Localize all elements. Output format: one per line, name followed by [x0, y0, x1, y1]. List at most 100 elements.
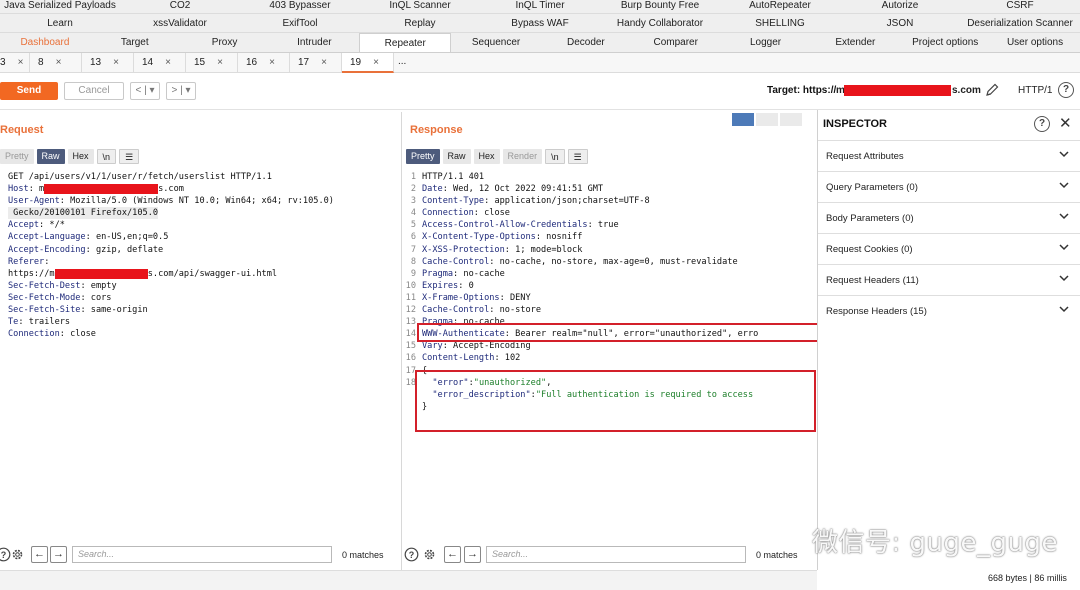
format-tab[interactable]: Raw: [36, 149, 65, 164]
help-circle-icon[interactable]: ?: [404, 547, 419, 562]
send-button[interactable]: Send: [0, 82, 58, 100]
extension-tab[interactable]: AutoRepeater: [720, 0, 840, 13]
extension-tab[interactable]: Bypass WAF: [480, 14, 600, 32]
request-search-input[interactable]: Search...: [72, 546, 332, 563]
format-tab[interactable]: Raw: [442, 149, 471, 164]
search-next-button[interactable]: →: [50, 546, 67, 563]
tool-tab[interactable]: Decoder: [541, 33, 631, 52]
close-icon[interactable]: ×: [217, 53, 223, 73]
repeater-tab[interactable]: 19 ×: [342, 53, 394, 73]
close-icon[interactable]: ×: [269, 53, 275, 73]
tool-tab[interactable]: Sequencer: [451, 33, 541, 52]
cancel-button[interactable]: Cancel: [64, 82, 124, 100]
http-version-toggle[interactable]: HTTP/1: [1018, 85, 1052, 96]
tool-tab[interactable]: Extender: [810, 33, 900, 52]
format-tab[interactable]: Render: [502, 149, 543, 164]
code-line: Sec-Fetch-Site: same-origin: [8, 304, 334, 316]
pencil-icon[interactable]: [985, 83, 999, 97]
format-tab[interactable]: \n: [545, 149, 565, 164]
tool-tab[interactable]: Comparer: [631, 33, 721, 52]
repeater-tab[interactable]: 13 ×: [82, 53, 134, 73]
response-status: 668 bytes | 86 millis: [988, 573, 1067, 583]
close-icon[interactable]: ×: [321, 53, 327, 73]
tool-tab[interactable]: Proxy: [180, 33, 270, 52]
inspector-section[interactable]: Request Attributes: [818, 140, 1080, 171]
close-icon[interactable]: ×: [373, 53, 379, 71]
tool-tab[interactable]: Repeater: [359, 33, 452, 52]
format-tab[interactable]: ☰: [119, 149, 140, 164]
format-tab[interactable]: Pretty: [406, 149, 440, 164]
extension-tab[interactable]: Handy Collaborator: [600, 14, 720, 32]
header-name: Pragma: [422, 268, 454, 279]
repeater-tab[interactable]: 17 ×: [290, 53, 342, 73]
history-forward-button[interactable]: > | ▾: [166, 82, 196, 100]
response-search-input[interactable]: Search...: [486, 546, 746, 563]
close-icon[interactable]: ×: [56, 53, 62, 73]
code-text: : 0: [458, 280, 474, 291]
search-previous-button[interactable]: ←: [31, 546, 48, 563]
search-previous-button[interactable]: ←: [444, 546, 461, 563]
chevron-down-icon[interactable]: [1058, 272, 1070, 284]
format-tab[interactable]: ☰: [567, 149, 588, 164]
tool-tab[interactable]: User options: [990, 33, 1080, 52]
tool-tab[interactable]: Project options: [900, 33, 990, 52]
repeater-tab[interactable]: 15 ×: [186, 53, 238, 73]
gear-icon[interactable]: [422, 547, 437, 562]
history-back-button[interactable]: < | ▾: [130, 82, 160, 100]
split-vertical-view-icon[interactable]: [756, 113, 778, 126]
chevron-down-icon[interactable]: [1058, 210, 1070, 222]
extension-tab[interactable]: InQL Timer: [480, 0, 600, 13]
code-line: Accept-Language: en-US,en;q=0.5: [8, 231, 334, 243]
format-tab[interactable]: Pretty: [0, 149, 34, 164]
inspector-section[interactable]: Body Parameters (0): [818, 202, 1080, 233]
request-editor[interactable]: GET /api/users/v1/1/user/r/fetch/usersli…: [8, 171, 334, 340]
extension-tab[interactable]: 403 Bypasser: [240, 0, 360, 13]
tool-tab[interactable]: Target: [90, 33, 180, 52]
close-icon[interactable]: ×: [18, 53, 24, 73]
extension-tab[interactable]: xssValidator: [120, 14, 240, 32]
tool-tab[interactable]: Dashboard: [0, 33, 90, 52]
inspector-section[interactable]: Request Cookies (0): [818, 233, 1080, 264]
close-icon[interactable]: ×: [165, 53, 171, 73]
tool-tab[interactable]: Logger: [721, 33, 811, 52]
extension-tab[interactable]: InQL Scanner: [360, 0, 480, 13]
extension-tab[interactable]: Deserialization Scanner: [960, 14, 1080, 32]
layout-view-toggle[interactable]: [732, 113, 802, 126]
repeater-tab[interactable]: 8 ×: [30, 53, 82, 73]
chevron-down-icon[interactable]: [1058, 303, 1070, 315]
format-tab[interactable]: Hex: [67, 149, 94, 164]
extension-tab[interactable]: ExifTool: [240, 14, 360, 32]
extension-tab[interactable]: Learn: [0, 14, 120, 32]
extension-tab[interactable]: SHELLING: [720, 14, 840, 32]
inspector-section[interactable]: Query Parameters (0): [818, 171, 1080, 202]
inspector-help-icon[interactable]: ?: [1034, 116, 1050, 132]
chevron-down-icon[interactable]: [1058, 148, 1070, 160]
single-view-icon[interactable]: [780, 113, 802, 126]
code-line: Pragma: no-cache: [422, 268, 815, 280]
inspector-section[interactable]: Request Headers (11): [818, 264, 1080, 295]
help-icon[interactable]: ?: [1058, 82, 1074, 98]
extension-tab[interactable]: CSRF: [960, 0, 1080, 13]
more-tabs-button[interactable]: ...: [394, 53, 424, 72]
repeater-tab[interactable]: 14 ×: [134, 53, 186, 73]
extension-tab[interactable]: Replay: [360, 14, 480, 32]
format-tab[interactable]: \n: [96, 149, 117, 164]
extension-tab[interactable]: CO2: [120, 0, 240, 13]
extension-tab[interactable]: JSON: [840, 14, 960, 32]
inspector-close-icon[interactable]: ✕: [1059, 114, 1072, 132]
extension-tab[interactable]: Autorize: [840, 0, 960, 13]
search-next-button[interactable]: →: [464, 546, 481, 563]
chevron-down-icon[interactable]: [1058, 241, 1070, 253]
gear-icon[interactable]: [10, 547, 25, 562]
code-text: : no-cache, no-store, max-age=0, must-re…: [489, 256, 738, 267]
tool-tab[interactable]: Intruder: [269, 33, 359, 52]
extension-tab[interactable]: Burp Bounty Free: [600, 0, 720, 13]
extension-tab[interactable]: Java Serialized Payloads: [0, 0, 120, 13]
split-horizontal-view-icon[interactable]: [732, 113, 754, 126]
close-icon[interactable]: ×: [113, 53, 119, 73]
repeater-tab[interactable]: 3 ×: [0, 53, 30, 73]
chevron-down-icon[interactable]: [1058, 179, 1070, 191]
format-tab[interactable]: Hex: [473, 149, 500, 164]
repeater-tab[interactable]: 16 ×: [238, 53, 290, 73]
inspector-section[interactable]: Response Headers (15): [818, 295, 1080, 326]
